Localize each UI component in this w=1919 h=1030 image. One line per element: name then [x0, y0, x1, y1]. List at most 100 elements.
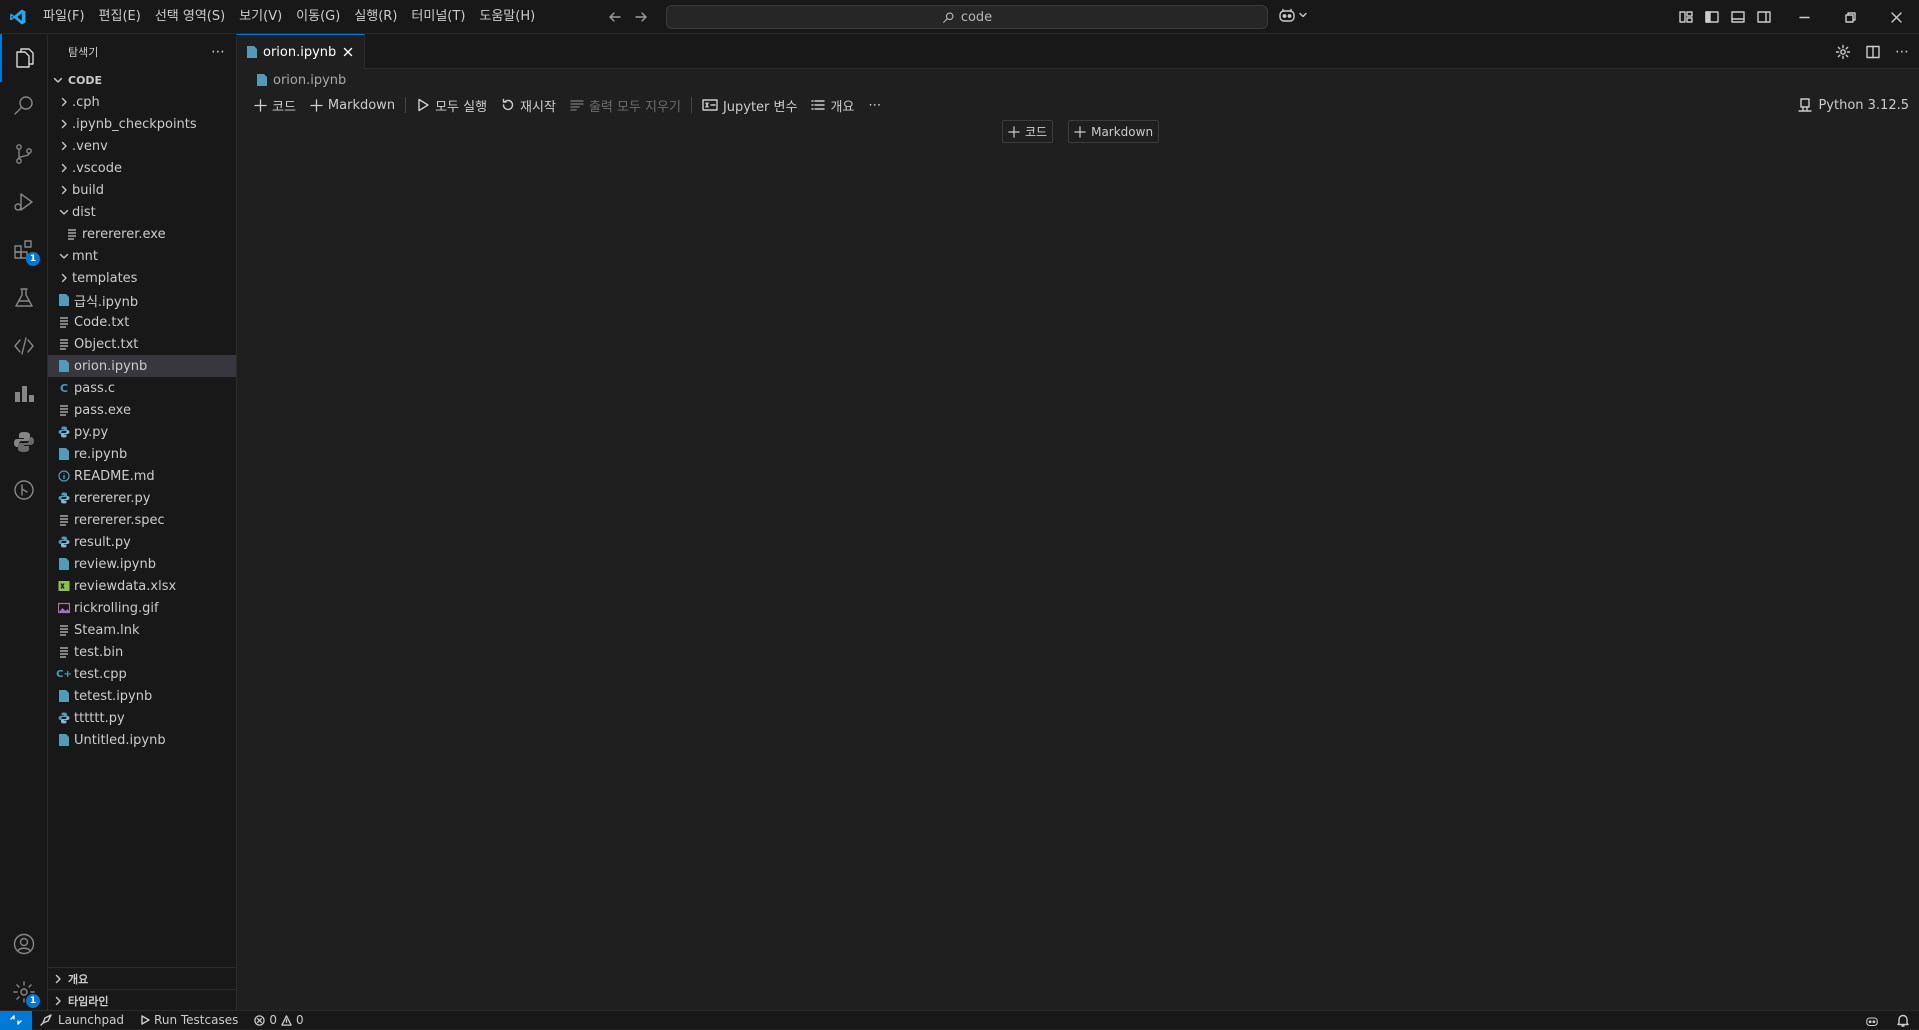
clear-all-outputs-button[interactable]: 출력 모두 지우기: [563, 94, 688, 116]
kernel-picker[interactable]: Python 3.12.5: [1798, 91, 1909, 119]
error-count: 0: [269, 1013, 277, 1027]
close-tab-icon[interactable]: [342, 46, 354, 58]
copilot-status-icon[interactable]: [1865, 1015, 1879, 1027]
run-debug-icon[interactable]: [0, 178, 48, 226]
remote-explorer-icon[interactable]: [0, 322, 48, 370]
file-rerererer-py[interactable]: rerererer.py: [48, 487, 236, 509]
file-pass-exe[interactable]: pass.exe: [48, 399, 236, 421]
file-tttttt-py[interactable]: tttttt.py: [48, 707, 236, 729]
gitlens-icon[interactable]: [0, 466, 48, 514]
split-editor-icon[interactable]: [1865, 44, 1881, 60]
search-view-icon[interactable]: [0, 82, 48, 130]
restart-button[interactable]: 재시작: [494, 94, 563, 116]
workspace-name: CODE: [68, 73, 103, 87]
toggle-secondary-sidebar-icon[interactable]: [1756, 9, 1772, 25]
file-test-bin[interactable]: test.bin: [48, 641, 236, 663]
outline-button[interactable]: 개요: [804, 94, 861, 116]
jupyter-variables-button[interactable]: Jupyter 변수: [695, 94, 805, 116]
copilot-icon: [1278, 7, 1296, 23]
file-result-py[interactable]: result.py: [48, 531, 236, 553]
file-review-ipynb[interactable]: review.ipynb: [48, 553, 236, 575]
file-rerererer-spec[interactable]: rerererer.spec: [48, 509, 236, 531]
folder-cph[interactable]: .cph: [48, 91, 236, 113]
folder-dist[interactable]: dist: [48, 201, 236, 223]
warning-icon: [281, 1014, 292, 1026]
breadcrumb-file[interactable]: orion.ipynb: [273, 73, 346, 88]
timeline-section[interactable]: 타임라인: [48, 989, 237, 1011]
restore-icon[interactable]: [1827, 0, 1873, 34]
menu-terminal[interactable]: 터미널(T): [404, 0, 472, 34]
file-test-cpp[interactable]: C+ test.cpp: [48, 663, 236, 685]
remote-indicator-icon[interactable]: [0, 1010, 32, 1030]
toggle-panel-icon[interactable]: [1730, 9, 1746, 25]
minimize-icon[interactable]: [1781, 0, 1827, 34]
explorer-icon[interactable]: [0, 34, 48, 82]
add-code-label: 코드: [272, 99, 296, 115]
text-file-icon: [64, 226, 80, 242]
tree-item-label: review.ipynb: [74, 556, 156, 572]
copilot-menu[interactable]: [1278, 7, 1308, 23]
file-untitled-ipynb[interactable]: Untitled.ipynb: [48, 729, 236, 751]
insert-code-cell-button[interactable]: 코드: [1002, 120, 1054, 143]
menu-edit[interactable]: 편집(E): [92, 0, 148, 34]
add-markdown-cell-button[interactable]: Markdown: [303, 94, 402, 116]
file-rickrolling-gif[interactable]: rickrolling.gif: [48, 597, 236, 619]
notifications-bell-icon[interactable]: [1897, 1014, 1909, 1027]
problems-indicator[interactable]: 0 0: [246, 1011, 311, 1030]
file-rerererer-exe[interactable]: rerererer.exe: [48, 223, 236, 245]
run-testcases-button[interactable]: Run Testcases: [132, 1011, 246, 1030]
customize-layout-icon[interactable]: [1678, 9, 1694, 25]
charts-icon[interactable]: [0, 370, 48, 418]
folder-templates[interactable]: templates: [48, 267, 236, 289]
menu-go[interactable]: 이동(G): [289, 0, 347, 34]
more-actions-icon[interactable]: ⋯: [211, 44, 226, 60]
file-steam-lnk[interactable]: Steam.lnk: [48, 619, 236, 641]
menu-run[interactable]: 실행(R): [347, 0, 404, 34]
file-code-txt[interactable]: Code.txt: [48, 311, 236, 333]
back-arrow-icon[interactable]: [607, 9, 623, 25]
folder-build[interactable]: build: [48, 179, 236, 201]
file-pass-c[interactable]: Cpass.c: [48, 377, 236, 399]
forward-arrow-icon[interactable]: [633, 9, 649, 25]
menu-help[interactable]: 도움말(H): [472, 0, 542, 34]
status-bar: Launchpad Run Testcases 0 0: [0, 1010, 1919, 1030]
outline-section[interactable]: 개요: [48, 967, 237, 989]
python-icon[interactable]: [0, 418, 48, 466]
testing-icon[interactable]: [0, 274, 48, 322]
command-center-search[interactable]: code: [666, 5, 1268, 29]
close-window-icon[interactable]: [1873, 0, 1919, 34]
tree-item-label: .vscode: [72, 160, 122, 176]
more-toolbar-actions-button[interactable]: ⋯: [861, 94, 888, 116]
menu-view[interactable]: 보기(V): [232, 0, 289, 34]
insert-markdown-cell-button[interactable]: Markdown: [1068, 120, 1160, 143]
file-급식-ipynb[interactable]: 급식.ipynb: [48, 289, 236, 311]
folder-ipynb-checkpoints[interactable]: .ipynb_checkpoints: [48, 113, 236, 135]
tab-orion-ipynb[interactable]: orion.ipynb: [237, 34, 366, 69]
extensions-icon[interactable]: 1: [0, 226, 48, 274]
tree-item-label: re.ipynb: [74, 446, 128, 462]
file-tetest-ipynb[interactable]: tetest.ipynb: [48, 685, 236, 707]
file-orion-ipynb[interactable]: orion.ipynb: [48, 355, 236, 377]
file-object-txt[interactable]: Object.txt: [48, 333, 236, 355]
toggle-primary-sidebar-icon[interactable]: [1704, 9, 1720, 25]
workspace-root-folder[interactable]: CODE: [48, 69, 236, 91]
file-readme-md[interactable]: README.md: [48, 465, 236, 487]
launchpad-button[interactable]: Launchpad: [32, 1011, 132, 1030]
menu-selection[interactable]: 선택 영역(S): [148, 0, 232, 34]
more-label: ⋯: [868, 97, 882, 113]
warning-count: 0: [295, 1013, 304, 1027]
file-re-ipynb[interactable]: re.ipynb: [48, 443, 236, 465]
menu-file[interactable]: 파일(F): [36, 0, 92, 34]
folder-vscode[interactable]: .vscode: [48, 157, 236, 179]
notebook-settings-gear-icon[interactable]: [1835, 44, 1851, 60]
add-code-cell-button[interactable]: 코드: [247, 94, 303, 116]
accounts-icon[interactable]: [0, 920, 48, 968]
folder-venv[interactable]: .venv: [48, 135, 236, 157]
manage-gear-icon[interactable]: 1: [0, 968, 48, 1016]
source-control-icon[interactable]: [0, 130, 48, 178]
run-all-button[interactable]: 모두 실행: [409, 94, 494, 116]
folder-mnt[interactable]: mnt: [48, 245, 236, 267]
file-py-py[interactable]: py.py: [48, 421, 236, 443]
file-reviewdata-xlsx[interactable]: reviewdata.xlsx: [48, 575, 236, 597]
more-actions-icon[interactable]: ⋯: [1895, 44, 1909, 60]
